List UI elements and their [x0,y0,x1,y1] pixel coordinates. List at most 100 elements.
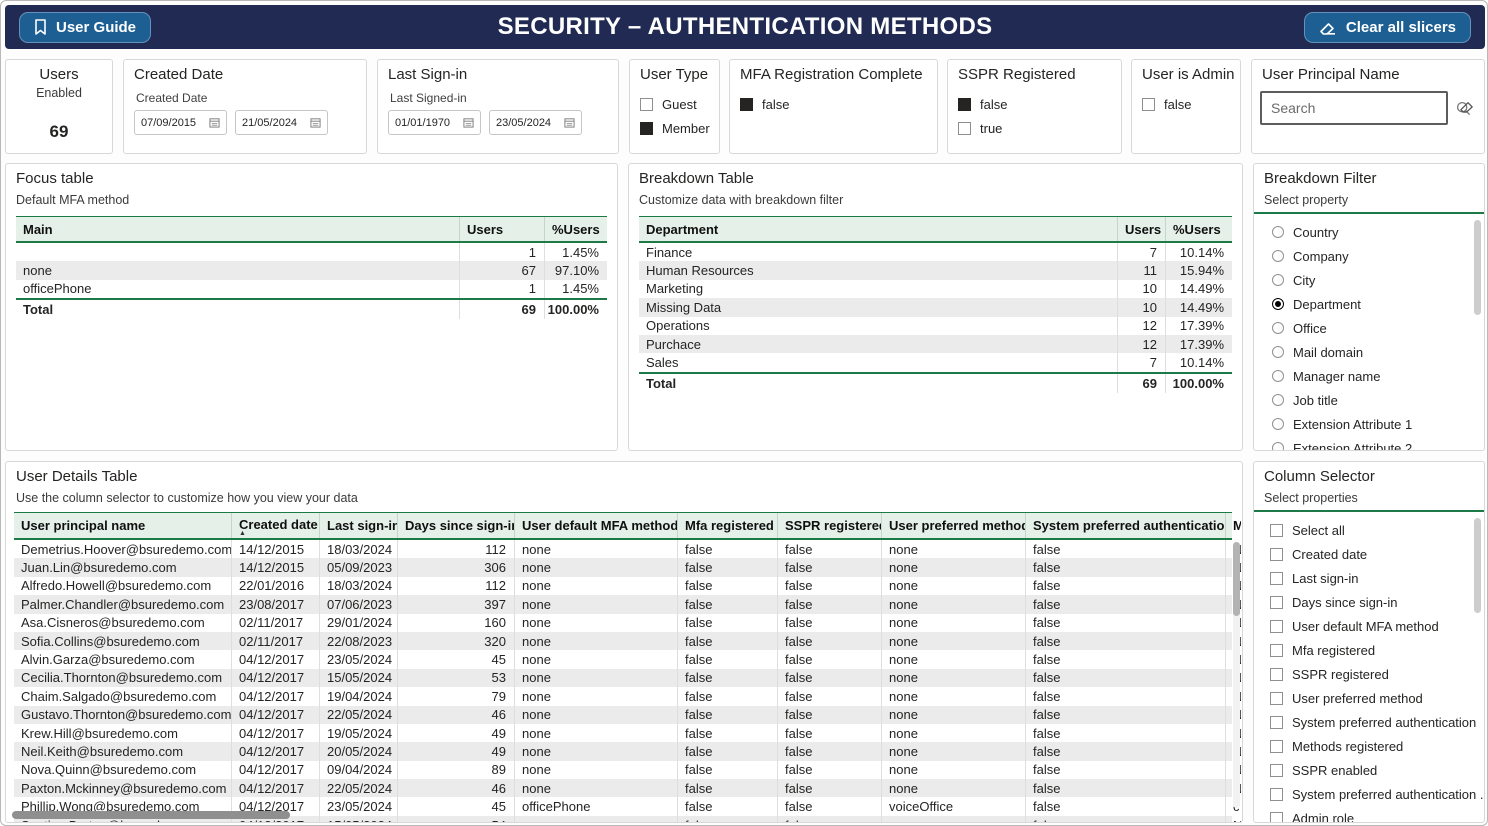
table-row[interactable]: Cecilia.Thornton@bsuredemo.com04/12/2017… [14,669,1232,687]
table-row[interactable]: Juan.Lin@bsuredemo.com14/12/201505/09/20… [14,558,1232,576]
table-row[interactable]: Total69100.00% [16,298,607,319]
table-row[interactable]: Palmer.Chandler@bsuredemo.com23/08/20170… [14,595,1232,613]
created-date-start-input[interactable]: 07/09/2015 [134,110,227,135]
user-details-vertical-scrollbar [1233,542,1240,808]
sort-ascending-icon: ▲ [239,531,318,537]
table-cell: false [1026,669,1226,687]
scrollbar-thumb[interactable] [1233,542,1240,616]
table-cell: 04/12/2017 [232,724,320,742]
table-cell: Human Resources [639,261,1118,279]
table-row[interactable]: Alfredo.Howell@bsuredemo.com22/01/201618… [14,577,1232,595]
radio-option[interactable]: City [1272,268,1412,292]
table-row[interactable]: Demetrius.Hoover@bsuredemo.com14/12/2015… [14,540,1232,558]
checkbox-option[interactable]: SSPR registered [1270,662,1485,686]
radio-option[interactable]: Company [1272,244,1412,268]
column-header[interactable]: Users [460,217,545,241]
checkbox-option[interactable]: Methods registered [1270,734,1485,758]
checkbox-option[interactable]: Select all [1270,518,1485,542]
checkbox-option[interactable]: System preferred authentication [1270,710,1485,734]
checkbox-option[interactable]: User preferred method [1270,686,1485,710]
radio-option[interactable]: Manager name [1272,364,1412,388]
scrollbar-thumb[interactable] [12,811,290,819]
created-date-end-input[interactable]: 21/05/2024 [235,110,328,135]
clear-slicer-eraser-icon[interactable] [1459,98,1476,118]
column-header[interactable]: User principal name [14,513,232,538]
table-row[interactable]: Paxton.Mckinney@bsuredemo.com04/12/20172… [14,779,1232,797]
option-label: Department [1293,297,1361,312]
column-header[interactable]: M [1226,513,1241,538]
column-header[interactable]: Created date▲ [232,513,320,538]
checkbox-option[interactable]: Mfa registered [1270,638,1485,662]
table-row[interactable]: none6797.10% [16,261,607,279]
column-header[interactable]: Department [639,217,1118,241]
table-cell: Alvin.Garza@bsuredemo.com [14,650,232,668]
last-sign-in-end-input[interactable]: 23/05/2024 [489,110,582,135]
checkbox-option[interactable]: Admin role [1270,806,1485,823]
table-row[interactable]: officePhone11.45% [16,280,607,298]
table-row[interactable]: Asa.Cisneros@bsuredemo.com02/11/201729/0… [14,614,1232,632]
column-header[interactable]: Last sign-in [320,513,398,538]
clear-all-slicers-button[interactable]: Clear all slicers [1304,12,1471,43]
checkbox-glyph [1270,764,1283,777]
column-header[interactable]: Users [1118,217,1166,241]
column-header[interactable]: %Users [1166,217,1232,241]
column-header[interactable]: User default MFA method [515,513,678,538]
table-cell: 02/11/2017 [232,632,320,650]
table-row[interactable]: Operations1217.39% [639,317,1232,335]
table-row[interactable]: Nova.Quinn@bsuredemo.com04/12/201709/04/… [14,761,1232,779]
table-row[interactable]: Krew.Hill@bsuredemo.com04/12/201719/05/2… [14,724,1232,742]
checkbox-option[interactable]: Last sign-in [1270,566,1485,590]
table-row[interactable]: Human Resources1115.94% [639,261,1232,279]
radio-option[interactable]: Extension Attribute 2 [1272,436,1412,451]
table-row[interactable]: Finance710.14% [639,243,1232,261]
checkbox-option[interactable]: true [958,116,1007,140]
checkbox-option[interactable]: false [958,92,1007,116]
checkbox-option[interactable]: Days since sign-in [1270,590,1485,614]
table-cell: none [882,595,1026,613]
column-selector-scrollbar [1474,518,1481,814]
checkbox-option[interactable]: false [740,92,789,116]
checkbox-option[interactable]: Guest [640,92,710,116]
table-row[interactable]: Marketing1014.49% [639,280,1232,298]
scrollbar-thumb[interactable] [1474,220,1481,315]
column-header[interactable]: Main [16,217,460,241]
checkbox-option[interactable]: Created date [1270,542,1485,566]
table-cell: false [678,540,778,558]
radio-option[interactable]: Job title [1272,388,1412,412]
table-row[interactable]: Neil.Keith@bsuredemo.com04/12/201720/05/… [14,742,1232,760]
created-date-slicer: Created Date Created Date 07/09/2015 21/… [123,59,367,154]
table-row[interactable]: Sofia.Collins@bsuredemo.com02/11/201722/… [14,632,1232,650]
table-row[interactable]: Missing Data1014.49% [639,298,1232,316]
last-sign-in-start-input[interactable]: 01/01/1970 [388,110,481,135]
radio-option[interactable]: Office [1272,316,1412,340]
checkbox-option[interactable]: SSPR enabled [1270,758,1485,782]
upn-search-input[interactable] [1262,100,1456,116]
table-row[interactable]: Chaim.Salgado@bsuredemo.com04/12/201719/… [14,687,1232,705]
column-header[interactable]: Mfa registered [678,513,778,538]
radio-option[interactable]: Mail domain [1272,340,1412,364]
checkbox-option[interactable]: Member [640,116,710,140]
checkbox-option[interactable]: User default MFA method [1270,614,1485,638]
table-row[interactable]: Sales710.14% [639,353,1232,371]
checkbox-option[interactable]: false [1142,92,1191,116]
column-header[interactable]: User preferred method [882,513,1026,538]
checkbox-glyph [1270,524,1283,537]
scrollbar-thumb[interactable] [1474,518,1481,613]
table-row[interactable]: Alvin.Garza@bsuredemo.com04/12/201723/05… [14,650,1232,668]
table-row[interactable]: Total69100.00% [639,372,1232,393]
radio-option[interactable]: Extension Attribute 1 [1272,412,1412,436]
column-header[interactable]: Days since sign-in [398,513,515,538]
table-row[interactable]: Gustavo.Thornton@bsuredemo.com04/12/2017… [14,706,1232,724]
table-cell: none [515,558,678,576]
option-label: false [1164,97,1191,112]
radio-option[interactable]: Country [1272,220,1412,244]
radio-option[interactable]: Department [1272,292,1412,316]
column-header[interactable]: %Users [545,217,607,241]
table-row[interactable]: Purchace1217.39% [639,335,1232,353]
column-header[interactable]: SSPR registered [778,513,882,538]
table-row[interactable]: 11.45% [16,243,607,261]
table-cell: 14/12/2015 [232,540,320,558]
column-header[interactable]: System preferred authentication [1026,513,1226,538]
table-cell: 04/12/2017 [232,650,320,668]
checkbox-option[interactable]: System preferred authentication ... [1270,782,1485,806]
